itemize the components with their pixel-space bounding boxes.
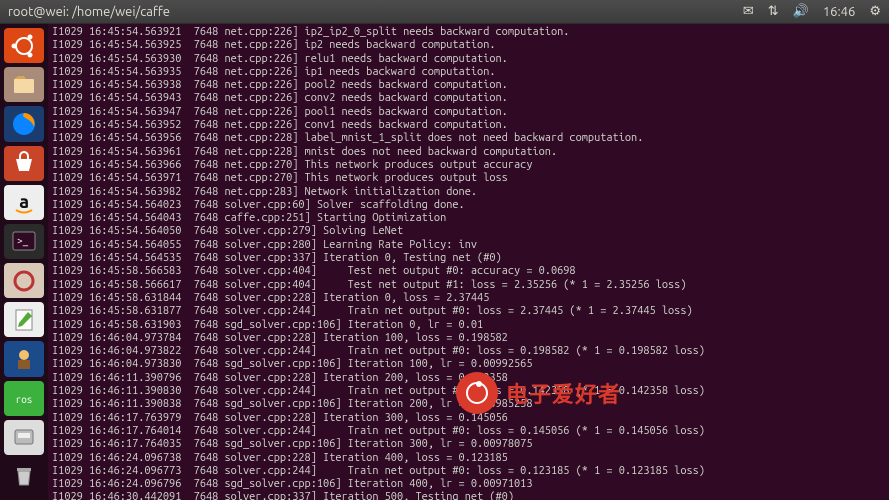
terminal-line: I1029 16:46:24.096738 7648 solver.cpp:22…: [52, 452, 885, 465]
disk-icon[interactable]: [4, 420, 44, 455]
terminal-output[interactable]: I1029 16:45:54.563921 7648 net.cpp:226] …: [48, 24, 889, 500]
terminal-line: I1029 16:46:11.390830 7648 solver.cpp:24…: [52, 385, 885, 398]
indicator-sound-icon[interactable]: 🔊: [793, 4, 809, 19]
terminal-line: I1029 16:45:58.631877 7648 solver.cpp:24…: [52, 305, 885, 318]
dash-icon[interactable]: [4, 28, 44, 63]
unity-launcher: a >_ ros: [0, 24, 48, 500]
terminal-line: I1029 16:45:54.563961 7648 net.cpp:228] …: [52, 146, 885, 159]
terminal-line: I1029 16:45:54.563925 7648 net.cpp:226] …: [52, 39, 885, 52]
terminal-line: I1029 16:45:54.563956 7648 net.cpp:228] …: [52, 132, 885, 145]
terminal-line: I1029 16:45:54.563947 7648 net.cpp:226] …: [52, 106, 885, 119]
files-icon[interactable]: [4, 67, 44, 102]
terminal-line: I1029 16:45:54.563966 7648 net.cpp:270] …: [52, 159, 885, 172]
software-center-icon[interactable]: [4, 146, 44, 181]
app-icon-2[interactable]: [4, 341, 44, 376]
terminal-line: I1029 16:45:54.563935 7648 net.cpp:226] …: [52, 66, 885, 79]
terminal-line: I1029 16:45:54.563930 7648 net.cpp:226] …: [52, 53, 885, 66]
terminal-line: I1029 16:45:58.566583 7648 solver.cpp:40…: [52, 265, 885, 278]
terminal-line: I1029 16:46:04.973822 7648 solver.cpp:24…: [52, 345, 885, 358]
terminal-line: I1029 16:46:24.096773 7648 solver.cpp:24…: [52, 465, 885, 478]
top-panel: root@wei: /home/wei/caffe ✉ ⇅ 🔊 16:46 ⚙: [0, 0, 889, 24]
terminal-line: I1029 16:45:54.563952 7648 net.cpp:226] …: [52, 119, 885, 132]
indicator-area: ✉ ⇅ 🔊 16:46 ⚙: [743, 4, 881, 19]
window-title: root@wei: /home/wei/caffe: [8, 5, 743, 19]
firefox-icon[interactable]: [4, 106, 44, 141]
terminal-line: I1029 16:45:54.564023 7648 solver.cpp:60…: [52, 199, 885, 212]
text-editor-icon[interactable]: [4, 302, 44, 337]
svg-text:ros: ros: [16, 394, 33, 405]
app-icon-1[interactable]: [4, 263, 44, 298]
app-icon-3[interactable]: ros: [4, 381, 44, 416]
svg-text:a: a: [19, 192, 29, 212]
terminal-line: I1029 16:45:58.631903 7648 sgd_solver.cp…: [52, 319, 885, 332]
clock[interactable]: 16:46: [823, 5, 856, 19]
terminal-line: I1029 16:46:24.096796 7648 sgd_solver.cp…: [52, 478, 885, 491]
terminal-line: I1029 16:45:54.563971 7648 net.cpp:270] …: [52, 172, 885, 185]
indicator-mail-icon[interactable]: ✉: [743, 4, 754, 19]
terminal-line: I1029 16:46:17.764014 7648 solver.cpp:24…: [52, 425, 885, 438]
terminal-line: I1029 16:46:04.973784 7648 solver.cpp:22…: [52, 332, 885, 345]
svg-text:>_: >_: [17, 235, 29, 246]
terminal-line: I1029 16:45:54.564535 7648 solver.cpp:33…: [52, 252, 885, 265]
terminal-line: I1029 16:46:17.764035 7648 sgd_solver.cp…: [52, 438, 885, 451]
indicator-network-icon[interactable]: ⇅: [768, 4, 779, 19]
terminal-line: I1029 16:46:11.390838 7648 sgd_solver.cp…: [52, 398, 885, 411]
terminal-line: I1029 16:45:58.631844 7648 solver.cpp:22…: [52, 292, 885, 305]
terminal-line: I1029 16:45:54.563982 7648 net.cpp:283] …: [52, 186, 885, 199]
terminal-line: I1029 16:45:54.564050 7648 solver.cpp:27…: [52, 225, 885, 238]
terminal-line: I1029 16:45:54.564055 7648 solver.cpp:28…: [52, 239, 885, 252]
terminal-line: I1029 16:45:54.563943 7648 net.cpp:226] …: [52, 92, 885, 105]
terminal-line: I1029 16:46:04.973830 7648 sgd_solver.cp…: [52, 358, 885, 371]
terminal-line: I1029 16:45:54.563921 7648 net.cpp:226] …: [52, 26, 885, 39]
amazon-icon[interactable]: a: [4, 185, 44, 220]
terminal-icon[interactable]: >_: [4, 224, 44, 259]
terminal-line: I1029 16:45:58.566617 7648 solver.cpp:40…: [52, 279, 885, 292]
terminal-line: I1029 16:45:54.564043 7648 caffe.cpp:251…: [52, 212, 885, 225]
terminal-line: I1029 16:46:30.442091 7648 solver.cpp:33…: [52, 491, 885, 500]
terminal-line: I1029 16:45:54.563938 7648 net.cpp:226] …: [52, 79, 885, 92]
terminal-line: I1029 16:46:11.390796 7648 solver.cpp:22…: [52, 372, 885, 385]
indicator-session-icon[interactable]: ⚙: [869, 4, 881, 19]
trash-icon[interactable]: [4, 459, 44, 494]
terminal-line: I1029 16:46:17.763979 7648 solver.cpp:22…: [52, 412, 885, 425]
